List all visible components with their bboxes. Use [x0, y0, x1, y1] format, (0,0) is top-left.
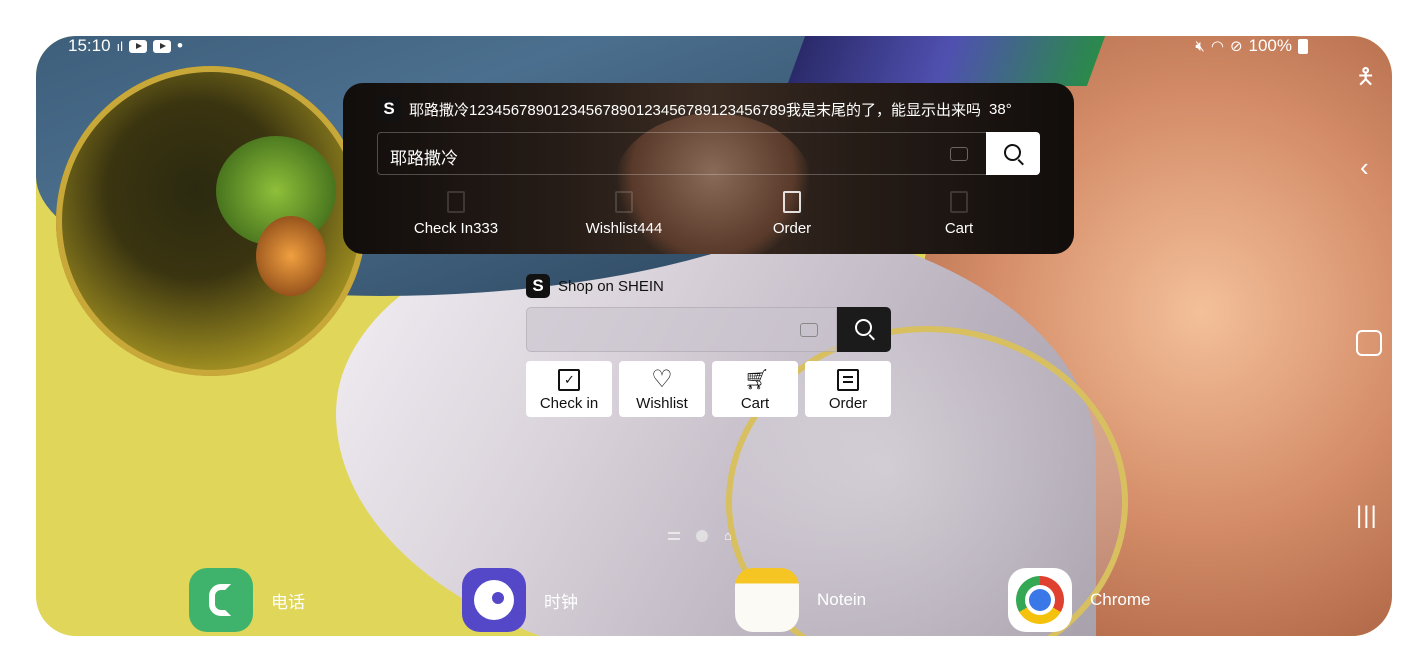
- temperature: 38°: [989, 100, 1012, 118]
- cart-icon: 🛒︎: [744, 369, 770, 391]
- tile-order[interactable]: Order: [805, 361, 891, 417]
- search-value: 耶路撒冷: [390, 149, 458, 168]
- back-button-icon[interactable]: ‹: [1360, 152, 1369, 183]
- widget-header: S Shop on SHEIN: [526, 274, 664, 298]
- app-name: Chrome: [1090, 590, 1151, 609]
- nav-label: Cart: [944, 220, 974, 237]
- accessibility-icon[interactable]: 🯅: [1356, 60, 1380, 89]
- calendar-check-icon: [558, 369, 580, 391]
- youtube-notification-icon: [129, 39, 148, 53]
- search-button[interactable]: [837, 307, 891, 352]
- calendar-check-icon: [447, 191, 465, 213]
- widget-header: S 耶路撒冷1234567890123456789012345678912345…: [377, 97, 1012, 121]
- heart-icon: [615, 191, 633, 213]
- search-input[interactable]: 耶路撒冷: [377, 132, 987, 175]
- nav-order[interactable]: Order: [707, 183, 877, 243]
- camera-icon[interactable]: [800, 323, 818, 337]
- home-button-icon[interactable]: [1356, 330, 1382, 356]
- search-button[interactable]: [986, 132, 1040, 175]
- cart-icon: [950, 191, 968, 213]
- wallpaper-blob: [256, 216, 326, 296]
- tile-wishlist[interactable]: ♡ Wishlist: [619, 361, 705, 417]
- search-icon: [1004, 144, 1021, 161]
- nav-label: Order: [772, 220, 812, 237]
- status-time: 15:10: [68, 36, 111, 55]
- home-page-icon[interactable]: ⌂: [724, 529, 736, 542]
- page-menu-icon[interactable]: [668, 532, 680, 540]
- app-name: Notein: [817, 590, 867, 609]
- shein-widget-large[interactable]: S 耶路撒冷1234567890123456789012345678912345…: [343, 83, 1074, 254]
- tile-label: Order: [828, 395, 868, 412]
- mute-icon: 🔇︎: [1195, 37, 1205, 55]
- battery-icon: [1298, 38, 1308, 54]
- app-clock[interactable]: 时钟: [462, 568, 578, 632]
- order-icon: [783, 191, 801, 213]
- app-name: 电话: [271, 592, 305, 612]
- app-name: 时钟: [544, 592, 578, 612]
- widget-title: Shop on SHEIN: [558, 277, 664, 295]
- youtube-notification-icon: [153, 39, 172, 53]
- camera-icon[interactable]: [950, 147, 968, 161]
- tile-check-in[interactable]: Check in: [526, 361, 612, 417]
- page-dot[interactable]: [696, 530, 708, 542]
- status-bar-left: 15:10 ıl •: [68, 36, 183, 56]
- nav-cart[interactable]: Cart: [874, 183, 1044, 243]
- tile-label: Check in: [539, 395, 599, 412]
- nav-label: Wishlist444: [585, 220, 663, 237]
- shein-logo: S: [377, 97, 401, 121]
- search-icon: [855, 319, 872, 336]
- shein-widget-small: S Shop on SHEIN Check in ♡ Wishlist 🛒︎ C…: [526, 272, 892, 418]
- search-input[interactable]: [526, 307, 837, 352]
- app-chrome[interactable]: Chrome: [1008, 568, 1150, 632]
- wifi-icon: ◠: [1210, 38, 1224, 55]
- notes-icon[interactable]: [735, 568, 799, 632]
- recent-apps-icon[interactable]: |||: [1356, 502, 1378, 530]
- chrome-icon[interactable]: [1008, 568, 1072, 632]
- do-not-disturb-icon: ⊘: [1229, 38, 1243, 55]
- clock-icon[interactable]: [462, 568, 526, 632]
- more-notifications-icon: •: [177, 36, 183, 55]
- order-icon: [837, 369, 859, 391]
- wallpaper-sphere: [56, 66, 366, 376]
- signal-icon: ıl: [116, 38, 124, 54]
- app-phone[interactable]: 电话: [189, 568, 305, 632]
- page-indicator: ⌂: [668, 529, 736, 542]
- tile-label: Cart: [740, 395, 770, 412]
- status-bar-right: 🔇︎ ◠ ⊘ 100%: [1195, 36, 1308, 56]
- widget-title: 耶路撒冷123456789012345678901234567891234567…: [409, 101, 982, 119]
- battery-percent: 100%: [1248, 36, 1292, 55]
- heart-icon: ♡: [651, 366, 673, 393]
- nav-wishlist[interactable]: Wishlist444: [539, 183, 709, 243]
- wallpaper-band: [786, 36, 1106, 86]
- app-notein[interactable]: Notein: [735, 568, 866, 632]
- shein-logo: S: [526, 274, 550, 298]
- tile-cart[interactable]: 🛒︎ Cart: [712, 361, 798, 417]
- tile-label: Wishlist: [636, 395, 688, 412]
- nav-label: Check In333: [413, 220, 499, 237]
- nav-check-in[interactable]: Check In333: [371, 183, 541, 243]
- phone-icon[interactable]: [189, 568, 253, 632]
